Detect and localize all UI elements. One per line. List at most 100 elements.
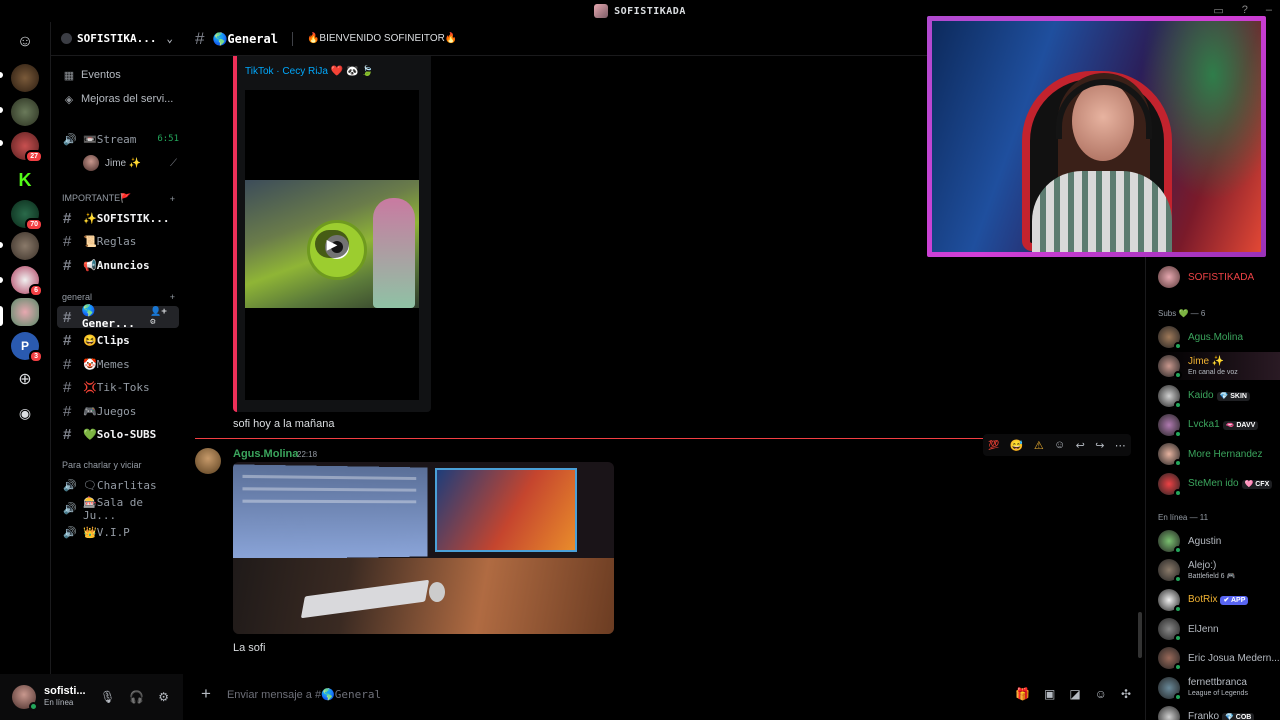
channel-item[interactable]: # 📢Anuncios — [57, 254, 179, 276]
discord-home-icon[interactable]: ☺ — [11, 28, 39, 56]
discover-icon[interactable]: ◉ — [11, 399, 39, 427]
upload-plus-icon[interactable]: + — [201, 684, 211, 704]
voice-member[interactable]: Jime ✨ ⟋ — [79, 152, 177, 174]
server-icon[interactable] — [11, 64, 39, 92]
category-charlar[interactable]: Para charlar y viciar — [62, 460, 175, 470]
server-icon[interactable]: P3 — [11, 332, 43, 363]
avatar[interactable] — [195, 448, 221, 474]
gear-icon[interactable]: ⚙ — [158, 690, 169, 704]
embed-author-link[interactable]: TikTok · Cecy RiJa ❤️ 🐼 🍃 — [245, 66, 374, 77]
channel-item[interactable]: # 🌎Gener... 👤+ ⚙ — [57, 304, 179, 330]
voice-channel-stream[interactable]: 🔊 📼Stream 6:51 — [57, 128, 179, 150]
member-name: ElJenn — [1188, 623, 1219, 635]
channel-label: 📜Reglas — [83, 235, 137, 248]
server-icon[interactable] — [11, 232, 39, 260]
gift-icon[interactable]: 🎁 — [1015, 687, 1030, 701]
user-avatar[interactable] — [12, 685, 38, 711]
channel-item[interactable]: # 😆Clips — [57, 330, 179, 352]
online-status-icon — [29, 702, 38, 711]
avatar — [1158, 705, 1180, 720]
member-item[interactable]: ElJenn — [1158, 615, 1280, 643]
member-item[interactable]: Alejo:) Battlefield 6 🎮 — [1158, 556, 1280, 584]
hash-icon: # — [63, 355, 72, 373]
headphones-icon[interactable]: 🎧 — [129, 690, 144, 704]
member-name: Eric Josua Medern... — [1188, 653, 1280, 665]
reaction-warning-icon[interactable]: ⚠ — [1034, 439, 1044, 452]
channel-item[interactable]: # 📜Reglas — [57, 231, 179, 253]
apps-icon[interactable]: ✣ — [1121, 687, 1131, 701]
channel-item[interactable]: # 💚Solo-SUBS — [57, 424, 179, 446]
guild-header[interactable]: SOFISTIKA... ⌄ — [51, 22, 183, 56]
member-name: Agustin — [1188, 536, 1222, 547]
channel-topic[interactable]: 🔥BIENVENIDO SOFINEITOR🔥 — [307, 33, 457, 44]
message-text: La sofi — [233, 642, 266, 654]
add-channel-icon[interactable]: + — [170, 194, 175, 204]
channel-label: 🤡Memes — [83, 357, 130, 371]
channel-label: ✨SOFISTIK... — [83, 211, 170, 225]
member-item[interactable]: Eric Josua Medern... — [1158, 644, 1280, 672]
member-item[interactable]: Agus.Molina — [1158, 323, 1280, 351]
category-general[interactable]: general + — [62, 292, 175, 302]
member-name: BotRix — [1188, 594, 1218, 606]
emoji-icon[interactable]: ☺ — [1095, 687, 1107, 701]
member-name: Lvcka1 — [1188, 419, 1220, 431]
message-input[interactable]: Enviar mensaje a #🌎General — [227, 688, 999, 701]
scrollbar[interactable] — [1138, 612, 1142, 658]
member-item[interactable]: Agustin — [1158, 527, 1280, 555]
play-icon[interactable]: ▶ — [315, 230, 349, 258]
server-icon[interactable] — [11, 98, 39, 126]
server-sofistikada-icon[interactable] — [11, 298, 39, 326]
add-reaction-icon[interactable]: ☺ — [1054, 439, 1065, 451]
sticker-icon[interactable]: ◪ — [1069, 687, 1080, 701]
message-author[interactable]: Agus.Molina — [233, 448, 298, 460]
member-item[interactable]: Lvcka1 🫦 DAVV — [1158, 411, 1280, 439]
member-item[interactable]: fernettbranca League of Legends — [1158, 674, 1280, 702]
image-attachment[interactable] — [233, 462, 614, 634]
message-timestamp: 22:18 — [297, 450, 318, 459]
kick-server-icon[interactable]: K — [11, 166, 39, 194]
channel-item[interactable]: # 🎮Juegos — [57, 400, 179, 422]
member-item[interactable]: SteMen ido 🩷 CFX — [1158, 470, 1280, 498]
speaker-icon: 🔊 — [63, 502, 77, 515]
voice-channel[interactable]: 🔊 🗨Charlitas — [57, 474, 179, 496]
microphone-icon[interactable]: 🎙 — [100, 690, 115, 704]
voice-channel[interactable]: 🔊 👑V.I.P — [57, 521, 179, 543]
category-importante[interactable]: IMPORTANTE🚩 + — [62, 193, 175, 204]
member-item[interactable]: BotRix ✔ APP — [1158, 586, 1280, 614]
members-category-online: En línea — 11 — [1158, 513, 1209, 522]
member-item[interactable]: More Hernandez — [1158, 440, 1280, 468]
minimize-icon[interactable]: – — [1266, 4, 1272, 17]
reaction-sweat-icon[interactable]: 😅 — [1010, 439, 1024, 452]
events-label: Eventos — [81, 69, 121, 81]
events-item[interactable]: ▦ Eventos — [59, 64, 177, 86]
voice-channel[interactable]: 🔊 🎰Sala de Ju... — [57, 496, 179, 522]
add-channel-icon[interactable]: + — [170, 292, 175, 302]
gif-icon[interactable]: ▣ — [1044, 687, 1055, 701]
reaction-100-icon[interactable]: 💯 — [988, 440, 999, 451]
server-icon[interactable]: 70 — [11, 200, 43, 231]
avatar — [1158, 384, 1182, 409]
member-item[interactable]: Jime ✨ En canal de voz — [1158, 352, 1280, 381]
member-name: SOFISTIKADA — [1188, 271, 1255, 283]
channel-settings-icon[interactable]: 👤+ ⚙ — [150, 307, 175, 327]
more-icon[interactable]: ⋯ — [1115, 439, 1126, 452]
channel-item[interactable]: # 💢Tik-Toks — [57, 377, 179, 399]
boosts-item[interactable]: ◈ Mejoras del servi... — [59, 88, 177, 110]
channel-item[interactable]: # 🤡Memes — [57, 353, 179, 375]
server-icon[interactable]: 6 — [11, 266, 43, 297]
avatar — [1158, 266, 1180, 288]
embed-video[interactable]: ▶ — [245, 90, 419, 400]
hash-icon: # — [63, 332, 72, 349]
forward-icon[interactable]: ↪ — [1095, 439, 1104, 452]
category-label: general — [62, 292, 93, 302]
reply-icon[interactable]: ↩ — [1076, 439, 1085, 452]
member-item[interactable]: Kaido 💎 SKIN — [1158, 382, 1280, 410]
add-server-icon[interactable]: ⊕ — [11, 366, 39, 394]
channel-label: 😆Clips — [83, 334, 130, 347]
member-tag-badge: 💎 SKIN — [1216, 392, 1250, 402]
member-owner[interactable]: SOFISTIKADA — [1158, 263, 1280, 291]
member-item[interactable]: Franko 💎 COB — [1158, 703, 1280, 720]
channel-label: 💢Tik-Toks — [83, 381, 150, 394]
channel-item[interactable]: # ✨SOFISTIK... — [57, 207, 179, 229]
server-icon[interactable]: 27 — [11, 132, 43, 163]
